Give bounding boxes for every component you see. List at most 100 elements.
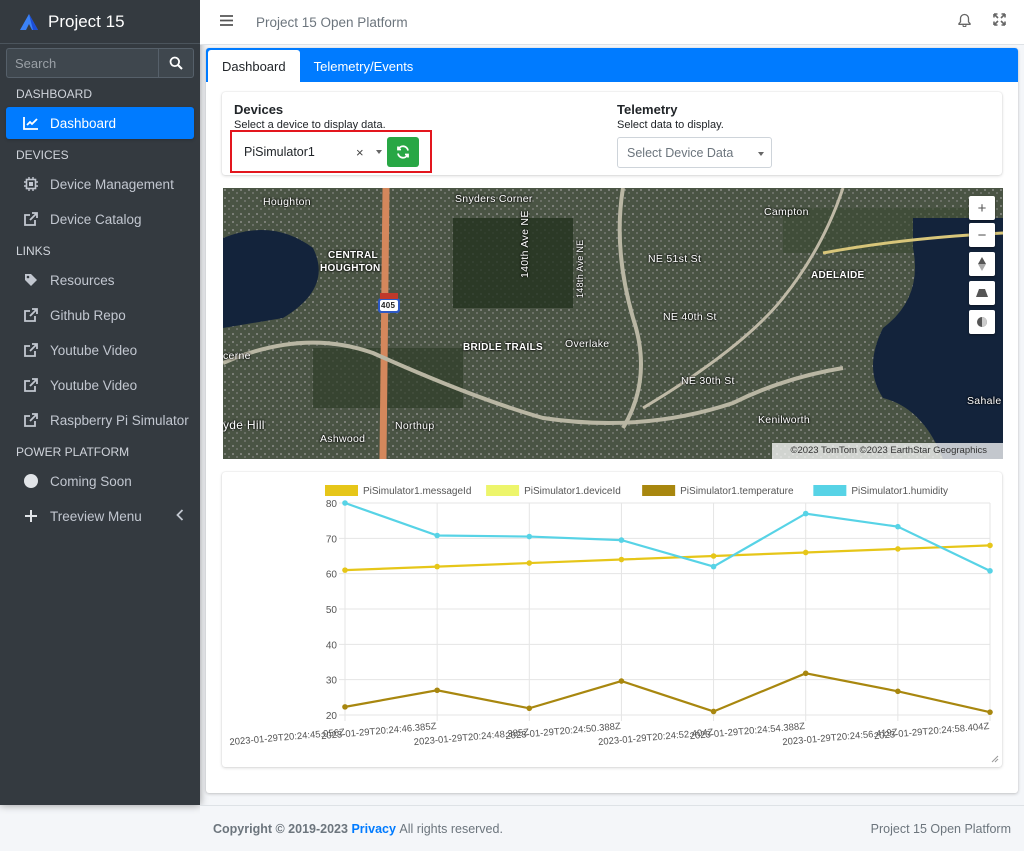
zoom-out-button[interactable]: −: [969, 223, 995, 247]
project-logo-icon: [20, 13, 38, 30]
data-point: [895, 688, 901, 695]
tag-icon: [22, 272, 40, 288]
y-tick-label: 30: [326, 676, 338, 687]
footer: Copyright © 2019-2023 Privacy All rights…: [200, 805, 1024, 851]
sidebar-item-device-management[interactable]: Device Management: [6, 168, 194, 200]
satellite-imagery: [223, 188, 1003, 459]
data-point: [802, 670, 809, 677]
style-picker-icon: [977, 317, 987, 327]
topbar: Project 15 Open Platform: [200, 0, 1024, 45]
map-label: Northup: [395, 420, 435, 432]
rights-text: All rights reserved.: [399, 821, 503, 836]
legend-label: PiSimulator1.deviceId: [524, 486, 621, 497]
sidebar-search: [6, 48, 194, 78]
clear-selection-button[interactable]: ×: [356, 145, 364, 160]
external-link-icon: [22, 342, 40, 358]
legend-swatch: [642, 485, 676, 496]
map-label: 148th Ave NE: [575, 239, 585, 298]
x-tick-label: 2023-01-29T20:24:58.404Z: [874, 721, 990, 742]
pitch-button[interactable]: [969, 281, 995, 305]
data-point: [895, 546, 901, 552]
data-point: [895, 523, 901, 530]
external-link-icon: [22, 307, 40, 323]
sidebar-item-label: Youtube Video: [50, 342, 138, 358]
brand[interactable]: Project 15: [0, 0, 200, 44]
filters-panel: Devices Select a device to display data.…: [222, 92, 1002, 175]
device-select[interactable]: PiSimulator1 ×: [236, 137, 386, 167]
sidebar-header-dashboard: DASHBOARD: [16, 87, 93, 101]
sidebar-item-label: Treeview Menu: [50, 508, 142, 524]
data-point: [342, 567, 348, 573]
search-icon: [169, 56, 183, 70]
data-point: [710, 708, 717, 715]
y-tick-label: 40: [326, 640, 338, 651]
y-tick-label: 20: [326, 711, 338, 722]
data-point: [618, 556, 625, 563]
plus-icon: [22, 508, 40, 524]
sidebar-item-coming-soon[interactable]: Coming Soon: [6, 465, 194, 497]
map-label: 140th Ave NE: [519, 210, 531, 278]
legend-label: PiSimulator1.temperature: [680, 486, 794, 497]
map-label: Houghton: [263, 196, 311, 208]
page-title: Project 15 Open Platform: [256, 14, 408, 30]
chevron-down-icon[interactable]: [758, 152, 764, 156]
devices-group: Devices Select a device to display data.: [234, 102, 386, 131]
sidebar-item-label: Github Repo: [50, 307, 126, 323]
map-label: Campton: [764, 206, 809, 218]
footer-platform: Project 15 Open Platform: [870, 821, 1011, 836]
data-point: [618, 537, 625, 543]
pitch-icon: [976, 289, 988, 297]
search-button[interactable]: [158, 48, 194, 78]
map-attribution: ©2023 TomTom ©2023 EarthStar Geographics: [772, 443, 1003, 459]
sidebar-header-devices: DEVICES: [16, 148, 69, 162]
zoom-in-button[interactable]: +: [969, 196, 995, 220]
map-label: Sahale: [967, 395, 1002, 407]
y-tick-label: 50: [326, 605, 338, 616]
tab-telemetry-events[interactable]: Telemetry/Events: [300, 50, 428, 82]
sidebar-item-youtube-video-2[interactable]: Youtube Video: [6, 369, 194, 401]
map-label: Snyders Corner: [455, 193, 533, 205]
device-select-highlight: PiSimulator1 ×: [230, 130, 432, 173]
search-input[interactable]: [6, 48, 158, 78]
app-name: Project 15: [48, 11, 125, 31]
style-picker-button[interactable]: [969, 310, 995, 334]
sidebar: Project 15 DASHBOARD Dashboard DEVICES D…: [0, 0, 200, 805]
data-point: [802, 549, 809, 556]
refresh-button[interactable]: [387, 137, 419, 167]
fullscreen-icon[interactable]: [993, 13, 1006, 31]
resize-handle-icon: [991, 755, 999, 763]
hamburger-menu-icon[interactable]: [220, 13, 234, 31]
footer-copyright: Copyright © 2019-2023 Privacy All rights…: [213, 822, 503, 836]
sidebar-item-label: Device Management: [50, 176, 174, 192]
map-label: NE 40th St: [663, 311, 717, 323]
bell-icon[interactable]: [958, 13, 971, 32]
sidebar-item-dashboard[interactable]: Dashboard: [6, 107, 194, 139]
telemetry-select[interactable]: Select Device Data: [617, 137, 772, 168]
sidebar-item-youtube-video[interactable]: Youtube Video: [6, 334, 194, 366]
y-tick-label: 80: [326, 499, 338, 510]
sidebar-item-label: Raspberry Pi Simulator: [50, 412, 189, 428]
data-point: [434, 563, 440, 570]
chevron-down-icon[interactable]: [376, 150, 382, 154]
sidebar-item-label: Resources: [50, 272, 115, 288]
chart-panel: 20 30 40 50 60 70 80 2023-01-29T20:24:45.056Z 20…: [222, 472, 1002, 767]
compass-button[interactable]: [969, 252, 995, 276]
telemetry-group: Telemetry Select data to display.: [617, 102, 724, 131]
data-point: [434, 532, 440, 539]
sidebar-item-treeview-menu[interactable]: Treeview Menu: [6, 500, 194, 532]
privacy-link[interactable]: Privacy: [351, 822, 395, 836]
telemetry-chart: 203040506070802023-01-29T20:24:45.056Z20…: [229, 485, 999, 763]
map[interactable]: Houghton Snyders Corner Campton CENTRAL …: [223, 188, 1003, 459]
sidebar-item-raspberry-pi-simulator[interactable]: Raspberry Pi Simulator: [6, 404, 194, 436]
tab-dashboard[interactable]: Dashboard: [208, 50, 300, 82]
data-point: [710, 553, 717, 559]
sidebar-item-device-catalog[interactable]: Device Catalog: [6, 203, 194, 235]
data-point: [434, 687, 440, 694]
sidebar-item-resources[interactable]: Resources: [6, 264, 194, 296]
sidebar-item-github-repo[interactable]: Github Repo: [6, 299, 194, 331]
chevron-left-icon: [176, 508, 184, 524]
map-label: CENTRAL: [328, 250, 378, 261]
data-point: [526, 533, 533, 540]
map-label: NE 30th St: [681, 375, 735, 387]
data-point: [987, 542, 993, 549]
